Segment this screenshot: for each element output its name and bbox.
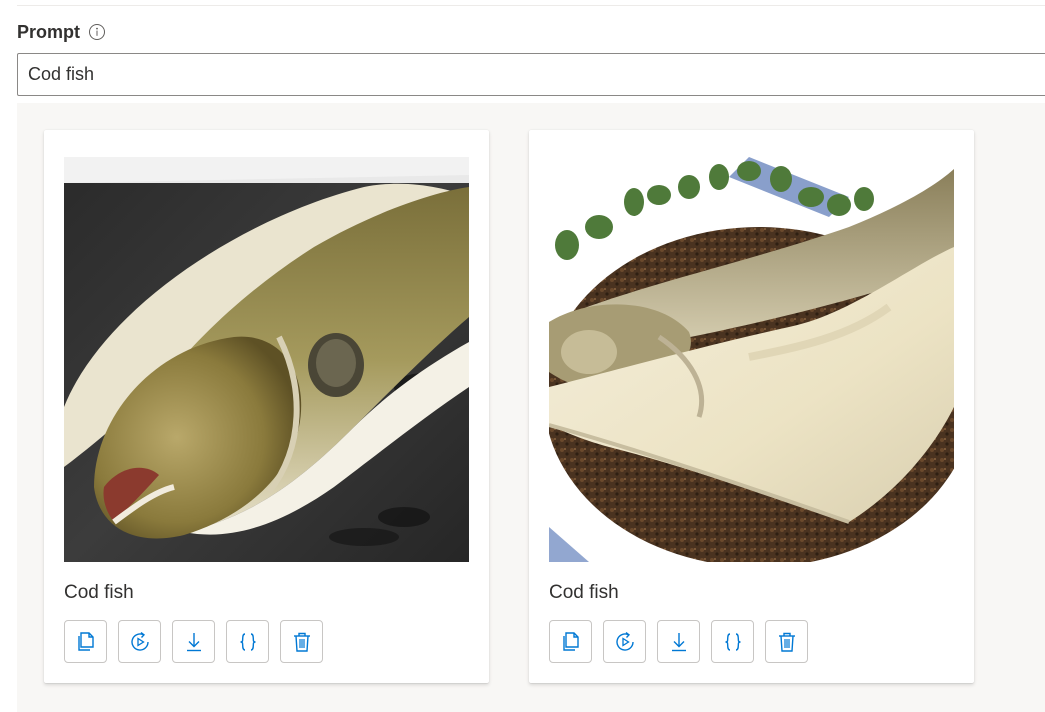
copy-icon: [562, 631, 579, 651]
delete-button[interactable]: [765, 620, 808, 663]
generate-variation-button[interactable]: [603, 620, 646, 663]
info-icon[interactable]: [88, 23, 106, 41]
delete-button[interactable]: [280, 620, 323, 663]
result-card: Cod fish: [529, 130, 974, 683]
copy-icon: [77, 631, 94, 651]
result-actions: [549, 620, 808, 663]
generate-variation-button[interactable]: [118, 620, 161, 663]
json-icon: [724, 632, 741, 651]
download-button[interactable]: [657, 620, 700, 663]
result-actions: [64, 620, 323, 663]
top-divider: [17, 5, 1045, 6]
result-image[interactable]: [64, 157, 469, 562]
json-icon: [239, 632, 256, 651]
prompt-label-row: Prompt: [17, 21, 106, 43]
result-image[interactable]: [549, 157, 954, 562]
download-icon: [186, 632, 201, 651]
results-gallery: Cod fish Cod fish: [17, 103, 1045, 712]
copy-button[interactable]: [64, 620, 107, 663]
view-json-button[interactable]: [226, 620, 269, 663]
result-caption: Cod fish: [549, 582, 619, 603]
download-icon: [671, 632, 686, 651]
delete-icon: [293, 632, 310, 652]
view-json-button[interactable]: [711, 620, 754, 663]
download-button[interactable]: [172, 620, 215, 663]
copy-button[interactable]: [549, 620, 592, 663]
delete-icon: [778, 632, 795, 652]
play-variation-icon: [130, 631, 149, 651]
prompt-input[interactable]: [17, 53, 1045, 96]
play-variation-icon: [615, 631, 634, 651]
result-card: Cod fish: [44, 130, 489, 683]
result-caption: Cod fish: [64, 582, 134, 603]
prompt-label: Prompt: [17, 21, 80, 42]
